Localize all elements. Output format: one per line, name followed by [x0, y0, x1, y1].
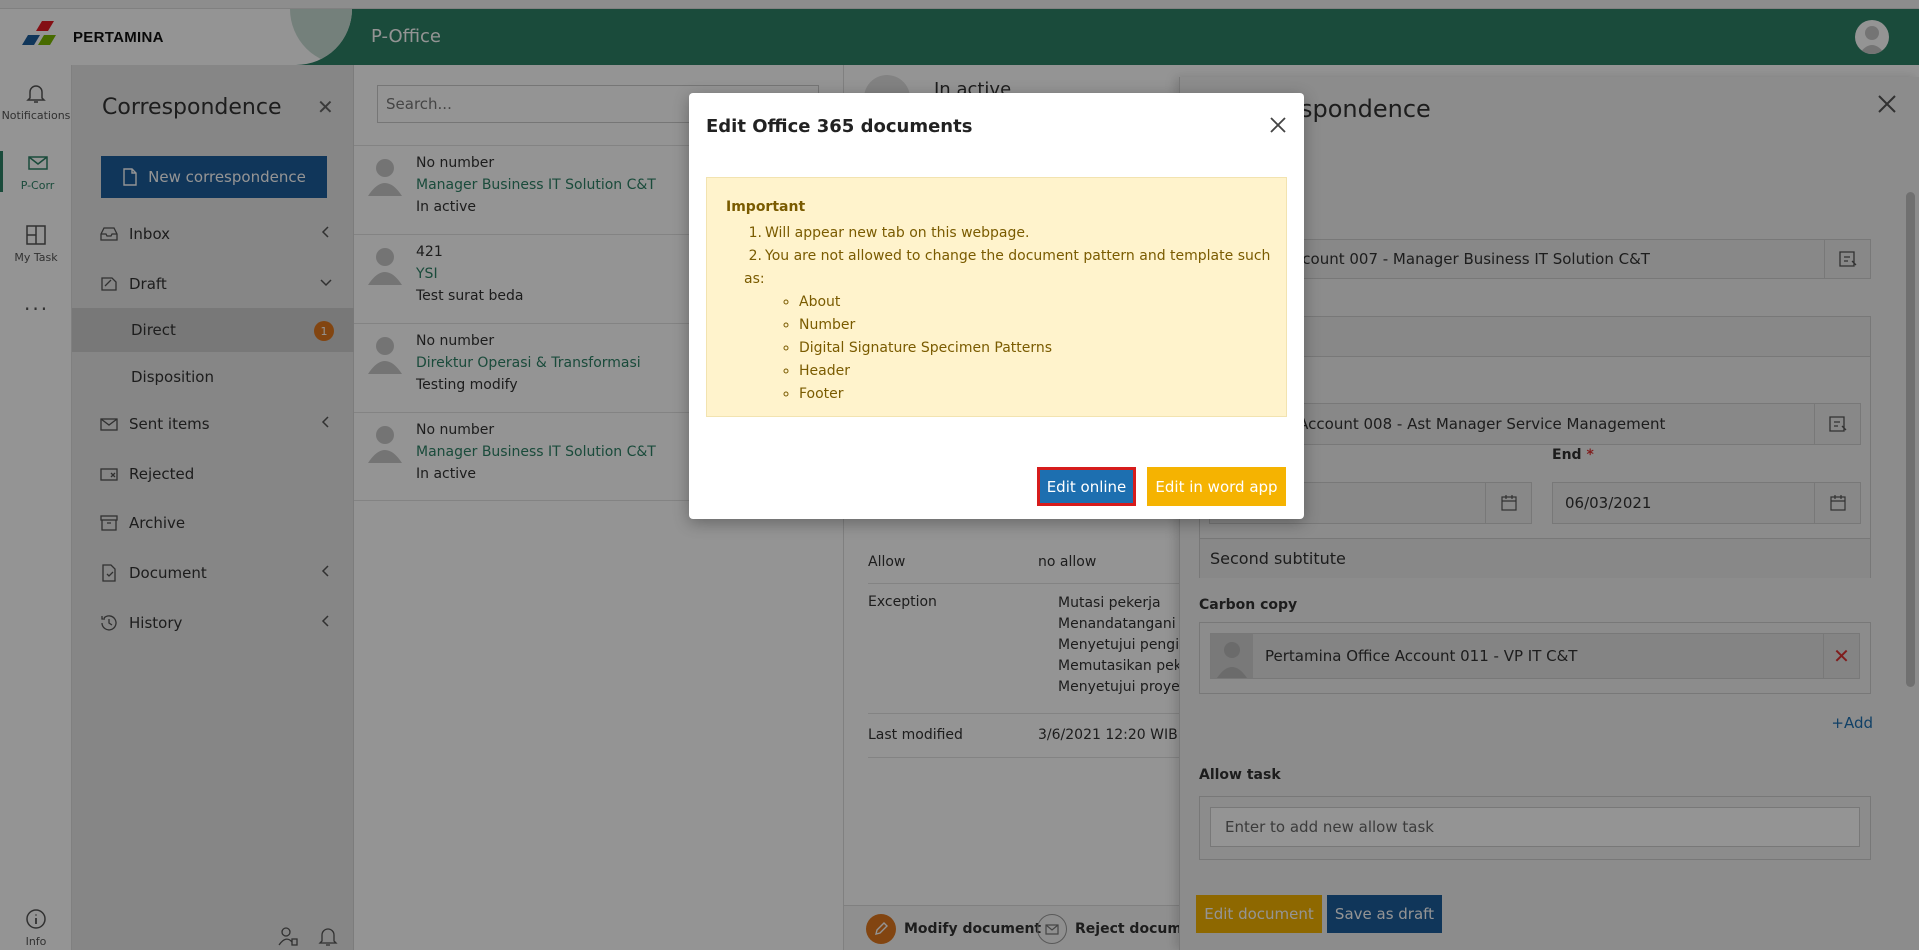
- dialog-title: Edit Office 365 documents: [706, 116, 973, 137]
- notice-item: 1. Will appear new tab on this webpage.: [748, 225, 1030, 241]
- template-part: About: [799, 291, 1286, 314]
- notice-item: 2. You are not allowed to change the docu…: [744, 245, 1286, 406]
- template-parts-list: About Number Digital Signature Specimen …: [799, 291, 1286, 406]
- edit-online-button[interactable]: Edit online: [1037, 467, 1136, 506]
- template-part: Header: [799, 360, 1286, 383]
- edit-in-word-button[interactable]: Edit in word app: [1147, 467, 1286, 506]
- template-part: Digital Signature Specimen Patterns: [799, 337, 1286, 360]
- notice-list: 1. Will appear new tab on this webpage. 2…: [744, 222, 1286, 406]
- important-notice: Important 1. Will appear new tab on this …: [706, 177, 1287, 417]
- edit-office-dialog: Edit Office 365 documents Important 1. Wi…: [689, 93, 1304, 519]
- notice-heading: Important: [726, 199, 806, 215]
- template-part: Footer: [799, 383, 1286, 406]
- close-icon[interactable]: [1269, 116, 1287, 134]
- template-part: Number: [799, 314, 1286, 337]
